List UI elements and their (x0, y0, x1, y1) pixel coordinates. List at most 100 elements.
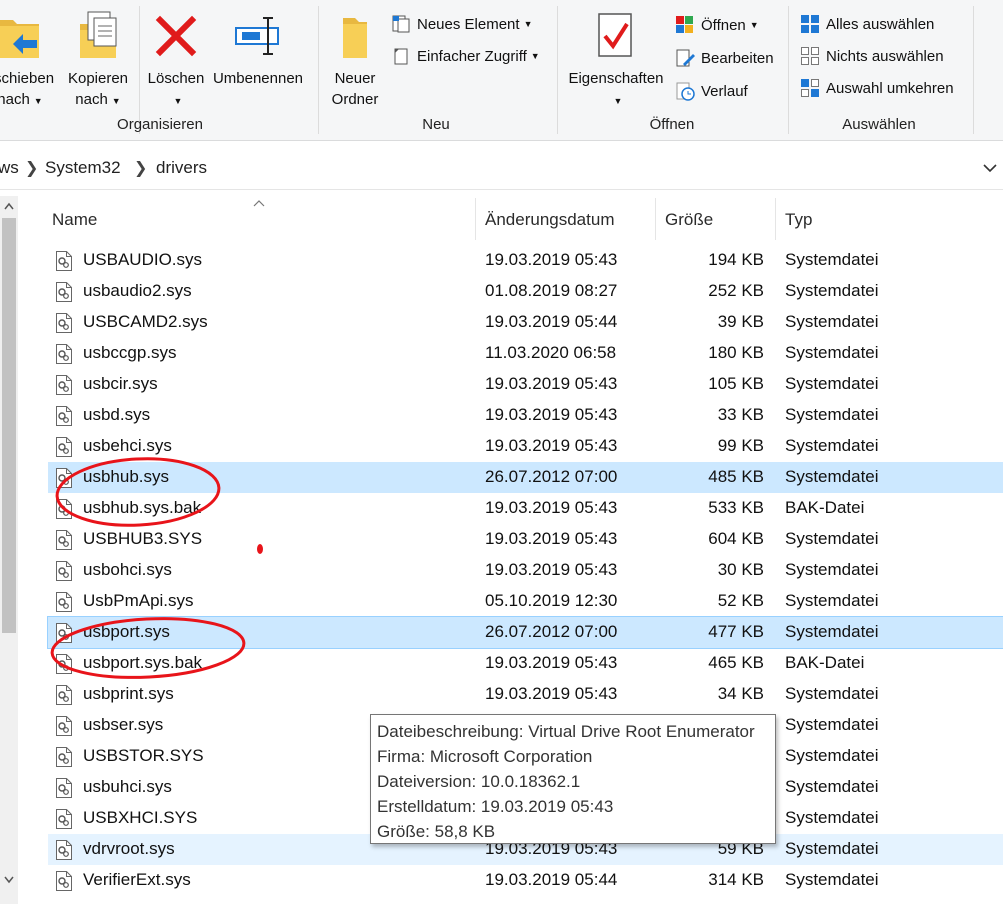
system-file-icon (55, 684, 73, 711)
file-row[interactable]: usbhub.sys.bak 19.03.2019 05:43 533 KB BAK-… (48, 493, 1003, 524)
file-row[interactable]: usbaudio2.sys 01.08.2019 08:27 252 KB Syste… (48, 276, 1003, 307)
chevron-down-icon[interactable] (983, 163, 997, 173)
file-row[interactable]: usbprint.sys 19.03.2019 05:43 34 KB Systemd… (48, 679, 1003, 710)
properties-label: Eigenschaften (568, 70, 664, 87)
file-size: 30 KB (717, 560, 764, 579)
select-all-button[interactable]: Alles auswählen (800, 12, 934, 36)
file-info-tooltip: Dateibeschreibung: Virtual Drive Root En… (370, 714, 776, 844)
chevron-down-icon: ▼ (613, 96, 623, 106)
column-date[interactable]: Änderungsdatum (485, 210, 614, 230)
breadcrumb-item[interactable]: ws (0, 158, 19, 178)
file-date: 01.08.2019 08:27 (485, 281, 618, 300)
copy-to-button[interactable]: Kopieren nach ▼ (64, 10, 132, 112)
edit-label: Bearbeiten (701, 49, 774, 67)
system-file-icon (55, 436, 73, 463)
file-row[interactable]: usbohci.sys 19.03.2019 05:43 30 KB Systemda… (48, 555, 1003, 586)
new-folder-button[interactable]: Neuer Ordner (324, 10, 386, 110)
file-row[interactable]: usbcir.sys 19.03.2019 05:43 105 KB Systemda… (48, 369, 1003, 400)
column-divider[interactable] (475, 198, 476, 240)
file-row[interactable]: UsbPmApi.sys 05.10.2019 12:30 52 KB Systemd… (48, 586, 1003, 617)
file-size: 465 KB (708, 653, 764, 672)
file-row[interactable]: usbhub.sys 26.07.2012 07:00 485 KB Systemda… (48, 462, 1003, 493)
file-name: usbd.sys (83, 405, 151, 424)
properties-icon (598, 13, 632, 57)
file-size: 533 KB (708, 498, 764, 517)
column-divider[interactable] (655, 198, 656, 240)
group-separator (557, 6, 558, 134)
move-to-label-1: schieben (0, 70, 55, 87)
system-file-icon (55, 715, 73, 742)
file-name: UsbPmApi.sys (83, 591, 194, 610)
file-row[interactable]: VerifierExt.sys 19.03.2019 05:44 314 KB Sys… (48, 865, 1003, 896)
system-file-icon (55, 622, 73, 649)
file-date: 26.07.2012 07:00 (485, 467, 618, 486)
chevron-down-icon: ▼ (33, 96, 43, 106)
chevron-down-icon: ▼ (523, 19, 533, 29)
file-name: usbuhci.sys (83, 777, 172, 796)
file-row[interactable]: USBCAMD2.sys 19.03.2019 05:44 39 KB Systemd… (48, 307, 1003, 338)
file-name: usbccgp.sys (83, 343, 177, 362)
file-date: 11.03.2020 06:58 (485, 343, 617, 362)
file-name: usbprint.sys (83, 684, 174, 703)
column-type[interactable]: Typ (785, 210, 812, 230)
scroll-down-icon[interactable] (4, 876, 14, 884)
edit-button[interactable]: Bearbeiten (675, 46, 774, 70)
file-type: Systemdatei (785, 467, 879, 486)
rename-button[interactable]: Umbenennen (210, 10, 306, 89)
rename-icon (235, 17, 279, 55)
history-icon (676, 82, 695, 101)
scrollbar-thumb[interactable] (2, 218, 16, 633)
file-row[interactable]: USBHUB3.SYS 19.03.2019 05:43 604 KB Systemd… (48, 524, 1003, 555)
file-row[interactable]: usbd.sys 19.03.2019 05:43 33 KB Systemdatei (48, 400, 1003, 431)
system-file-icon (55, 498, 73, 525)
easy-access-label: Einfacher Zugriff (417, 47, 527, 65)
file-size: 314 KB (708, 870, 764, 889)
open-button[interactable]: Öffnen ▼ (675, 13, 759, 37)
file-type: Systemdatei (785, 312, 879, 331)
column-divider[interactable] (775, 198, 776, 240)
column-size[interactable]: Größe (665, 210, 713, 230)
file-type: Systemdatei (785, 560, 879, 579)
file-type: Systemdatei (785, 808, 879, 827)
system-file-icon (55, 250, 73, 277)
vertical-scrollbar[interactable] (0, 196, 18, 904)
file-name: usbehci.sys (83, 436, 172, 455)
file-date: 19.03.2019 05:43 (485, 684, 618, 703)
invert-selection-label: Auswahl umkehren (826, 79, 954, 97)
select-none-button[interactable]: Nichts auswählen (800, 44, 944, 68)
file-row[interactable]: usbport.sys.bak 19.03.2019 05:43 465 KB BAK… (48, 648, 1003, 679)
delete-button[interactable]: Löschen ▼ (144, 10, 208, 112)
system-file-icon (55, 653, 73, 680)
properties-button[interactable]: Eigenschaften ▼ (562, 12, 670, 112)
system-file-icon (55, 839, 73, 866)
move-to-button[interactable]: schieben nach ▼ (0, 10, 55, 112)
new-item-button[interactable]: Neues Element ▼ (391, 12, 532, 36)
file-name: USBSTOR.SYS (83, 746, 204, 765)
file-type: Systemdatei (785, 622, 879, 641)
file-name: USBAUDIO.sys (83, 250, 203, 269)
chevron-right-icon[interactable]: ❯ (25, 158, 38, 178)
file-row[interactable]: usbehci.sys 19.03.2019 05:43 99 KB Systemda… (48, 431, 1003, 462)
history-button[interactable]: Verlauf (675, 79, 748, 103)
address-bar[interactable]: ws ❯ System32 ❯ drivers (0, 148, 1003, 190)
chevron-down-icon: ▼ (111, 96, 121, 106)
column-name[interactable]: Name (52, 210, 97, 230)
move-to-label-2: nach (0, 91, 30, 108)
file-row[interactable]: usbccgp.sys 11.03.2020 06:58 180 KB Systemd… (48, 338, 1003, 369)
file-size: 105 KB (708, 374, 764, 393)
easy-access-button[interactable]: Einfacher Zugriff ▼ (391, 44, 540, 68)
system-file-icon (55, 343, 73, 370)
group-label-auswaehlen: Auswählen (842, 116, 916, 133)
file-type: Systemdatei (785, 870, 879, 889)
system-file-icon (55, 312, 73, 339)
system-file-icon (55, 467, 73, 494)
chevron-right-icon[interactable]: ❯ (134, 158, 147, 178)
file-row[interactable]: usbport.sys 26.07.2012 07:00 477 KB Systemd… (47, 616, 1003, 649)
file-name: vdrvroot.sys (83, 839, 175, 858)
invert-selection-button[interactable]: Auswahl umkehren (800, 76, 954, 100)
breadcrumb-item[interactable]: System32 (45, 158, 121, 178)
file-row[interactable]: USBAUDIO.sys 19.03.2019 05:43 194 KB System… (48, 245, 1003, 276)
easy-access-icon (394, 48, 408, 65)
breadcrumb-item[interactable]: drivers (156, 158, 207, 178)
file-name: usbport.sys.bak (83, 653, 203, 672)
